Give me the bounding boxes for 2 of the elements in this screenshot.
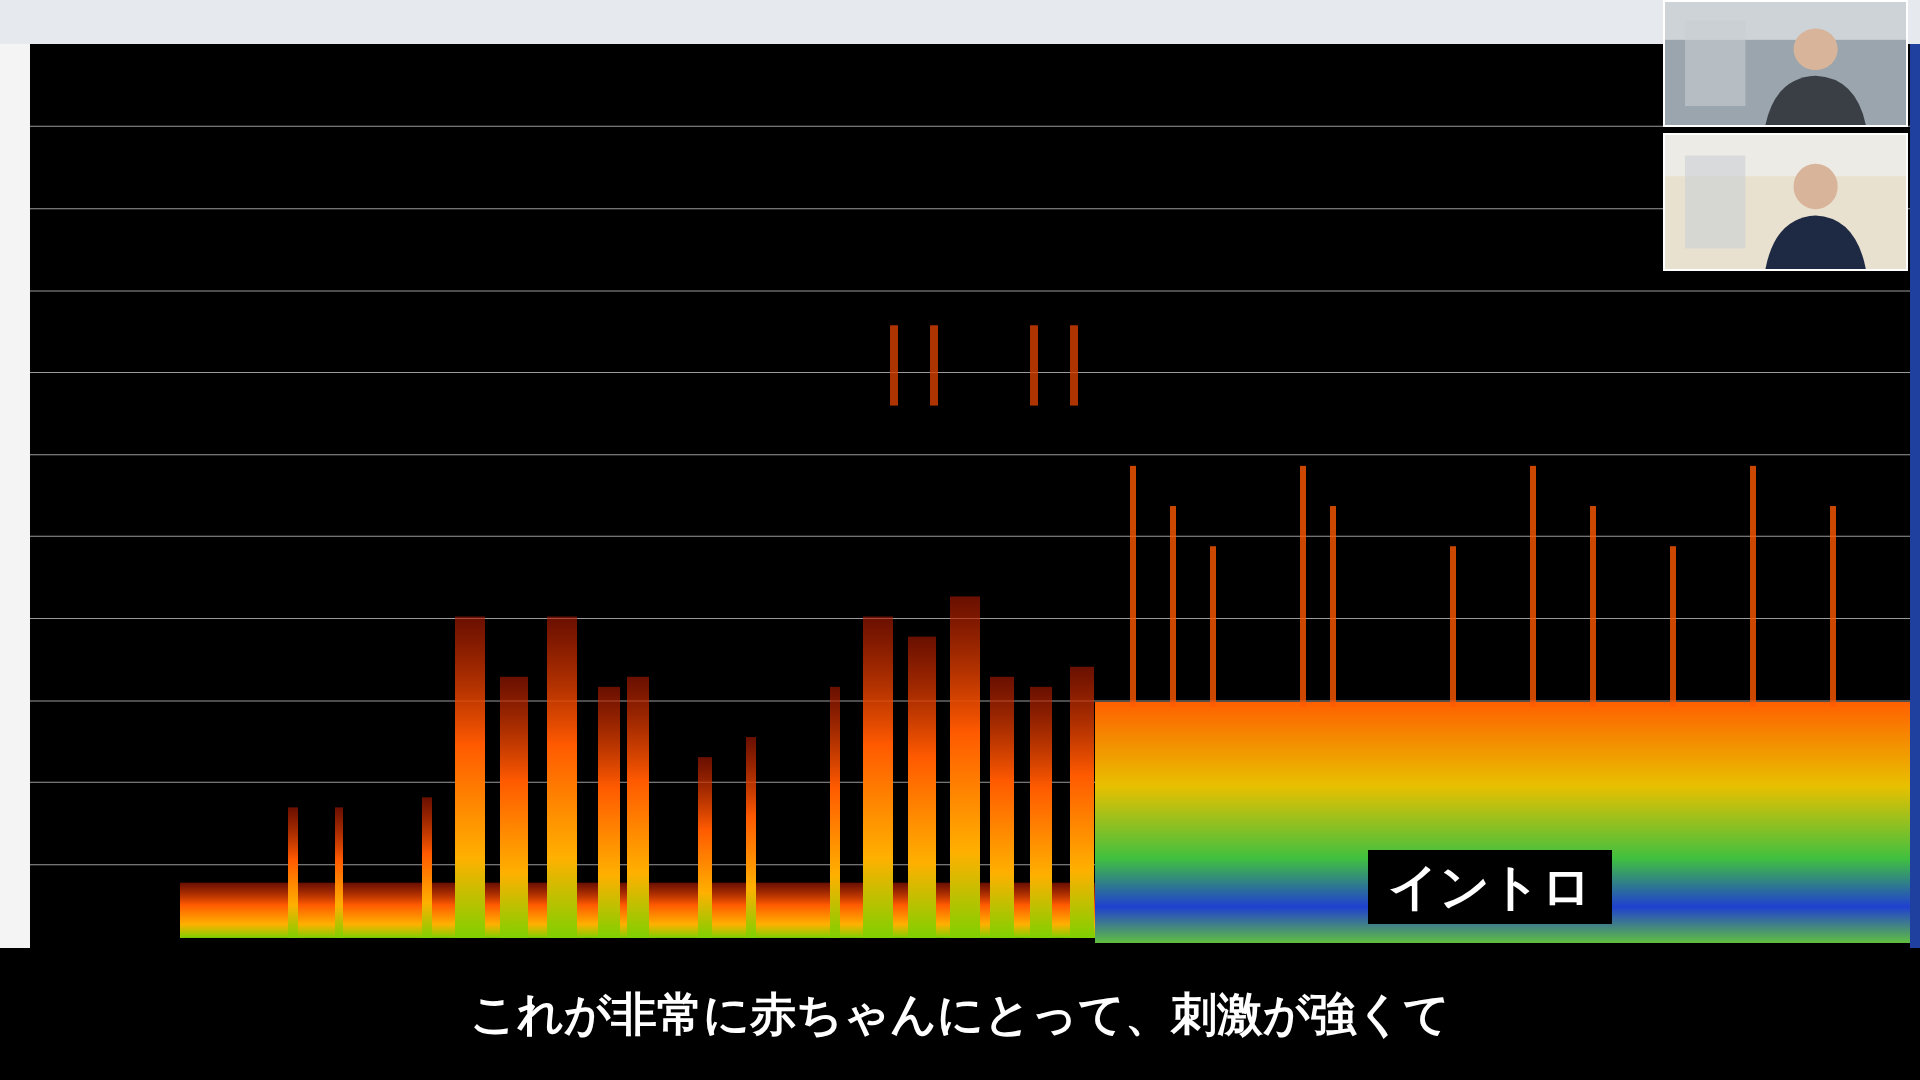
section-label: イントロ bbox=[1368, 850, 1612, 924]
subtitle: これが非常に赤ちゃんにとって、刺激が強くて bbox=[470, 985, 1450, 1043]
